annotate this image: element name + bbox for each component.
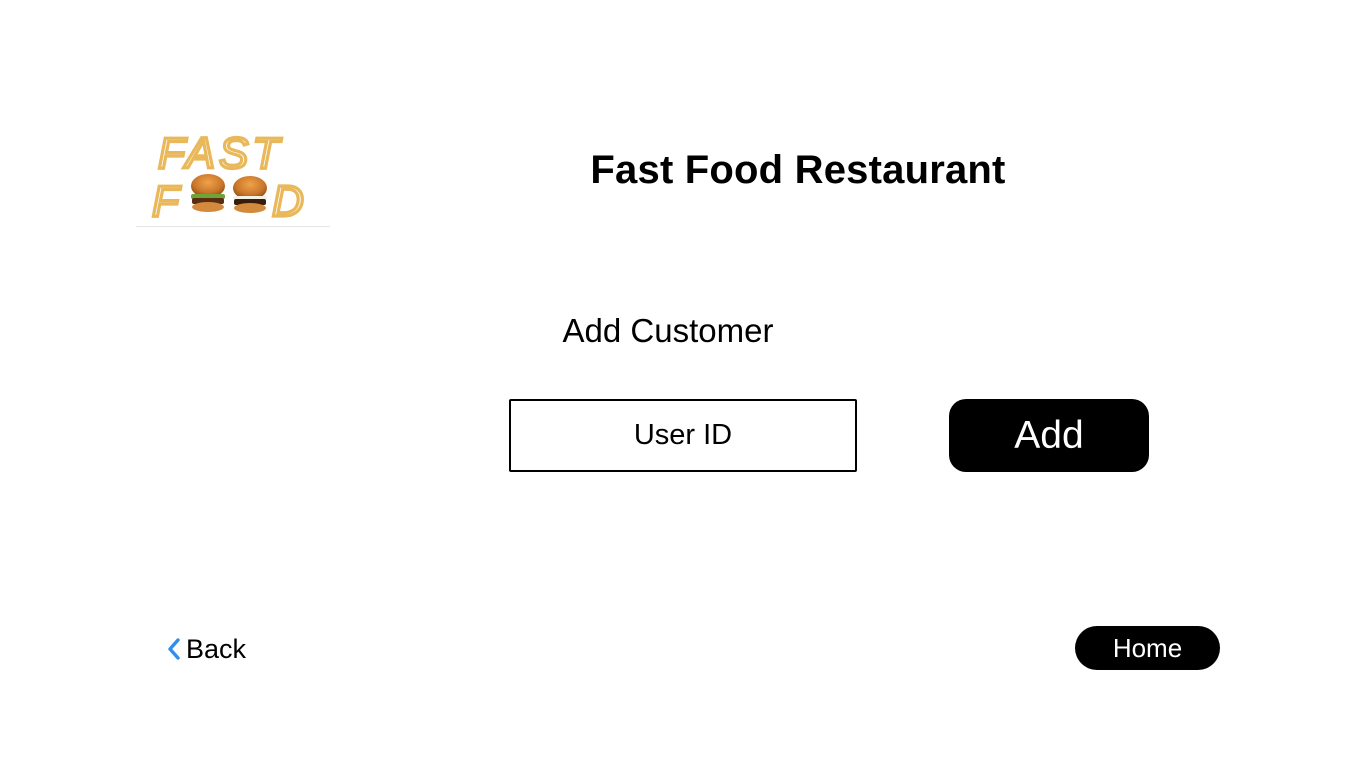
- section-title: Add Customer: [562, 312, 774, 349]
- page-title: Fast Food Restaurant: [590, 148, 1006, 192]
- chevron-left-icon: [166, 637, 182, 661]
- logo-text-fast: FAST: [158, 129, 283, 178]
- home-button[interactable]: Home: [1075, 626, 1220, 670]
- burger-icon: [233, 176, 267, 213]
- fast-food-logo-icon: FAST F D: [150, 127, 305, 226]
- logo-text-food-f: F: [152, 177, 181, 226]
- back-label: Back: [186, 634, 247, 664]
- back-button[interactable]: Back: [166, 632, 246, 666]
- fast-food-logo: FAST F D: [136, 124, 330, 227]
- burger-icon: [191, 174, 225, 212]
- add-button[interactable]: Add: [949, 399, 1149, 472]
- logo-text-food-d: D: [272, 177, 304, 226]
- user-id-input[interactable]: [509, 399, 857, 472]
